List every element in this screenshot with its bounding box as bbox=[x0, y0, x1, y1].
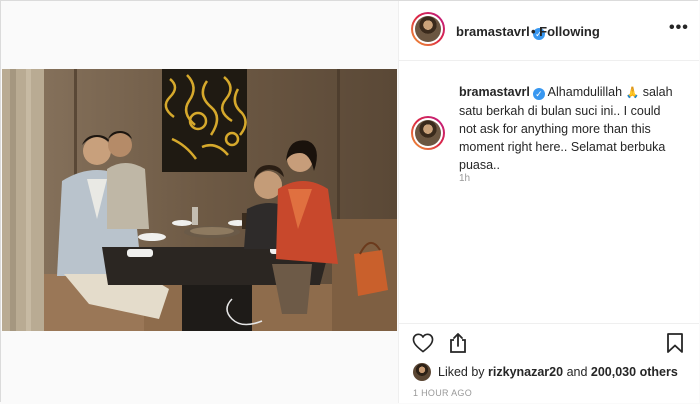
post-header: bramastavrl ✓ • Following ••• bbox=[399, 1, 699, 61]
family-dinner-photo bbox=[2, 69, 397, 331]
caption-text-start: Alhamdulillah bbox=[547, 85, 623, 99]
post-sidebar: bramastavrl ✓ • Following ••• bramastavrl… bbox=[398, 1, 699, 403]
caption-username[interactable]: bramastavrl bbox=[459, 85, 530, 99]
caption-timestamp[interactable]: 1h bbox=[459, 173, 470, 184]
heart-icon[interactable] bbox=[412, 333, 434, 358]
share-icon[interactable] bbox=[448, 332, 468, 359]
praying-hands-icon: 🙏 bbox=[625, 87, 640, 99]
photo-area bbox=[1, 1, 398, 403]
instagram-post: bramastavrl ✓ • Following ••• bramastavrl… bbox=[0, 0, 699, 403]
more-options-icon[interactable]: ••• bbox=[669, 19, 689, 37]
author-avatar[interactable] bbox=[411, 12, 445, 46]
following-button[interactable]: • Following bbox=[531, 24, 600, 39]
caption-avatar[interactable] bbox=[411, 116, 445, 150]
liker-username[interactable]: rizkynazar20 bbox=[488, 365, 563, 379]
bookmark-icon[interactable] bbox=[666, 332, 684, 359]
post-photo[interactable] bbox=[2, 69, 397, 331]
verified-badge-icon: ✓ bbox=[532, 88, 545, 100]
action-bar bbox=[399, 323, 699, 363]
post-caption: bramastavrl ✓ Alhamdulillah 🙏 salah satu … bbox=[459, 83, 681, 174]
liker-avatar[interactable] bbox=[413, 363, 431, 381]
avatar-image bbox=[415, 16, 441, 42]
username-text[interactable]: bramastavrl bbox=[456, 24, 530, 39]
likes-text: Liked by rizkynazar20 and 200,030 others bbox=[438, 365, 678, 379]
likes-count[interactable]: 200,030 others bbox=[591, 365, 678, 379]
avatar-image bbox=[415, 120, 441, 146]
post-timestamp[interactable]: 1 HOUR AGO bbox=[413, 388, 472, 398]
